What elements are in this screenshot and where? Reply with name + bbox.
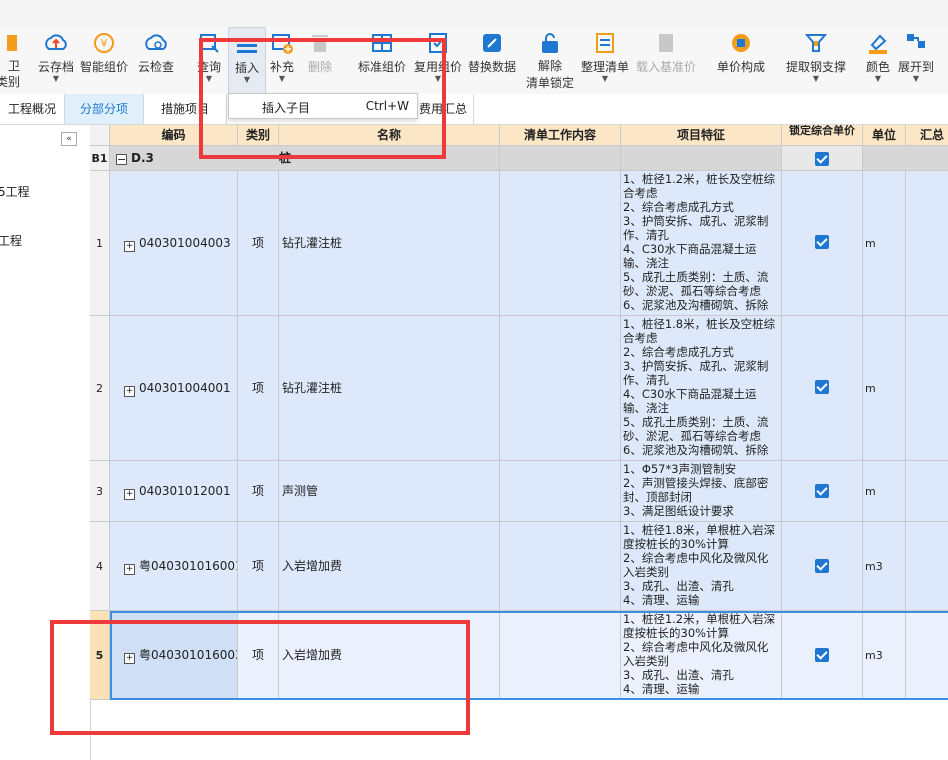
ribbon-toolbar: 卫 类别 云存档 ▼ ¥ 智能组价 云检查 查询 ▼ 插入 ▼ 补充 ▼ 删除 … <box>0 27 948 96</box>
cloud-check-icon <box>144 31 168 55</box>
row-unit[interactable]: m3 <box>863 611 906 700</box>
load-base-price-button[interactable]: 载入基准价 <box>634 27 698 94</box>
header-feature: 项目特征 <box>621 125 782 146</box>
organize-icon <box>593 31 617 55</box>
view-tabs: 工程概况 分部分项 措施项目 费用汇总 <box>0 94 948 125</box>
color-icon <box>866 31 890 55</box>
row-unit[interactable]: m <box>863 461 906 522</box>
expand-icon[interactable]: + <box>124 489 135 500</box>
replace-icon <box>480 31 504 55</box>
row-number: 4 <box>90 522 110 611</box>
chevron-down-icon: ▼ <box>874 74 882 83</box>
row-code[interactable]: +040301012001 <box>110 461 238 522</box>
lock-checkbox[interactable] <box>815 235 829 249</box>
corner-cell <box>90 125 110 146</box>
header-lock-price: 锁定综合单价 <box>782 125 863 146</box>
expand-icon[interactable]: + <box>124 241 135 252</box>
partial-icon <box>0 31 17 55</box>
row-type[interactable]: 项 <box>238 522 279 611</box>
row-feature[interactable]: 1、桩径1.2米，单根桩入岩深度按桩长的30%计算 2、综合考虑中风化及微风化入… <box>621 611 782 700</box>
row-work-content[interactable] <box>500 171 621 316</box>
row-number: 2 <box>90 316 110 461</box>
expand-icon[interactable]: + <box>124 386 135 397</box>
partial-category-button[interactable]: 卫 类别 <box>0 27 20 94</box>
unit-price-icon <box>729 31 753 55</box>
unlock-icon <box>538 31 562 55</box>
extract-steel-support-button[interactable]: 提取钢支撑 ▼ <box>782 27 850 94</box>
expand-icon[interactable]: + <box>124 564 135 575</box>
row-unit[interactable]: m3 <box>863 522 906 611</box>
row-work-content[interactable] <box>500 461 621 522</box>
chevron-down-icon: ▼ <box>601 74 609 83</box>
header-total: 汇总 <box>906 125 948 146</box>
row-type[interactable]: 项 <box>238 461 279 522</box>
unlock-list-button[interactable]: 解除 清单锁定 <box>524 27 576 94</box>
row-name[interactable]: 钻孔灌注桩 <box>279 316 500 461</box>
lock-checkbox[interactable] <box>815 152 829 166</box>
row-number: 3 <box>90 461 110 522</box>
organize-list-button[interactable]: 整理清单 ▼ <box>578 27 632 94</box>
row-number: 1 <box>90 171 110 316</box>
smart-price-button[interactable]: ¥ 智能组价 <box>79 27 129 94</box>
row-unit[interactable]: m <box>863 171 906 316</box>
svg-text:¥: ¥ <box>101 37 108 50</box>
cloud-upload-icon <box>44 31 68 55</box>
lock-checkbox[interactable] <box>815 484 829 498</box>
color-button[interactable]: 颜色 ▼ <box>862 27 894 94</box>
expand-icon <box>904 31 928 55</box>
unit-price-composition-button[interactable]: 单价构成 <box>714 27 768 94</box>
row-code[interactable]: +040301004001 <box>110 316 238 461</box>
replace-data-button[interactable]: 替换数据 <box>466 27 518 94</box>
lock-checkbox[interactable] <box>815 380 829 394</box>
row-code[interactable]: +040301004003 <box>110 171 238 316</box>
row-name[interactable]: 声测管 <box>279 461 500 522</box>
tab-project-overview[interactable]: 工程概况 <box>0 94 65 124</box>
row-work-content[interactable] <box>500 316 621 461</box>
row-feature[interactable]: 1、桩径1.8米，单根桩入岩深度按桩长的30%计算 2、综合考虑中风化及微风化入… <box>621 522 782 611</box>
cloud-check-button[interactable]: 云检查 <box>134 27 178 94</box>
row-type[interactable]: 项 <box>238 316 279 461</box>
collapse-panel-button[interactable]: « <box>61 132 77 146</box>
row-feature[interactable]: 1、Φ57*3声测管制安 2、声测管接头焊接、底部密封、顶部封闭 3、满足图纸设… <box>621 461 782 522</box>
row-unit[interactable]: m <box>863 316 906 461</box>
row-name[interactable]: 入岩增加费 <box>279 522 500 611</box>
lock-checkbox[interactable] <box>815 648 829 662</box>
title-bar <box>0 0 948 28</box>
highlight-box-insert <box>199 38 446 159</box>
cloud-archive-button[interactable]: 云存档 ▼ <box>36 27 76 94</box>
expand-to-button[interactable]: 展开到 ▼ <box>896 27 936 94</box>
row-feature[interactable]: 1、桩径1.8米，桩长及空桩综合考虑 2、综合考虑成孔方式 3、护筒安拆、成孔、… <box>621 316 782 461</box>
section-code: D.3 <box>131 151 154 165</box>
tab-sub-items[interactable]: 分部分项 <box>65 94 144 124</box>
row-type[interactable]: 项 <box>238 171 279 316</box>
chevron-down-icon: ▼ <box>912 74 920 83</box>
highlight-box-row5 <box>50 620 470 735</box>
row-work-content[interactable] <box>500 522 621 611</box>
chevron-down-icon: ▼ <box>52 74 60 83</box>
steel-support-icon <box>804 31 828 55</box>
smart-price-icon: ¥ <box>92 31 116 55</box>
row-name[interactable]: 钻孔灌注桩 <box>279 171 500 316</box>
chevron-down-icon: ▼ <box>812 74 820 83</box>
collapse-icon[interactable]: − <box>116 154 127 165</box>
tree-item[interactable]: 5工程 <box>0 183 30 200</box>
tree-item[interactable]: 工程 <box>0 232 22 249</box>
header-work-content: 清单工作内容 <box>500 125 621 146</box>
row-work-content[interactable] <box>500 611 621 700</box>
lock-checkbox[interactable] <box>815 559 829 573</box>
load-price-icon <box>654 31 678 55</box>
row-feature[interactable]: 1、桩径1.2米，桩长及空桩综合考虑 2、综合考虑成孔方式 3、护筒安拆、成孔、… <box>621 171 782 316</box>
header-unit: 单位 <box>863 125 906 146</box>
row-number: B1 <box>90 146 110 171</box>
row-code[interactable]: + 粤040301016001 <box>110 522 238 611</box>
